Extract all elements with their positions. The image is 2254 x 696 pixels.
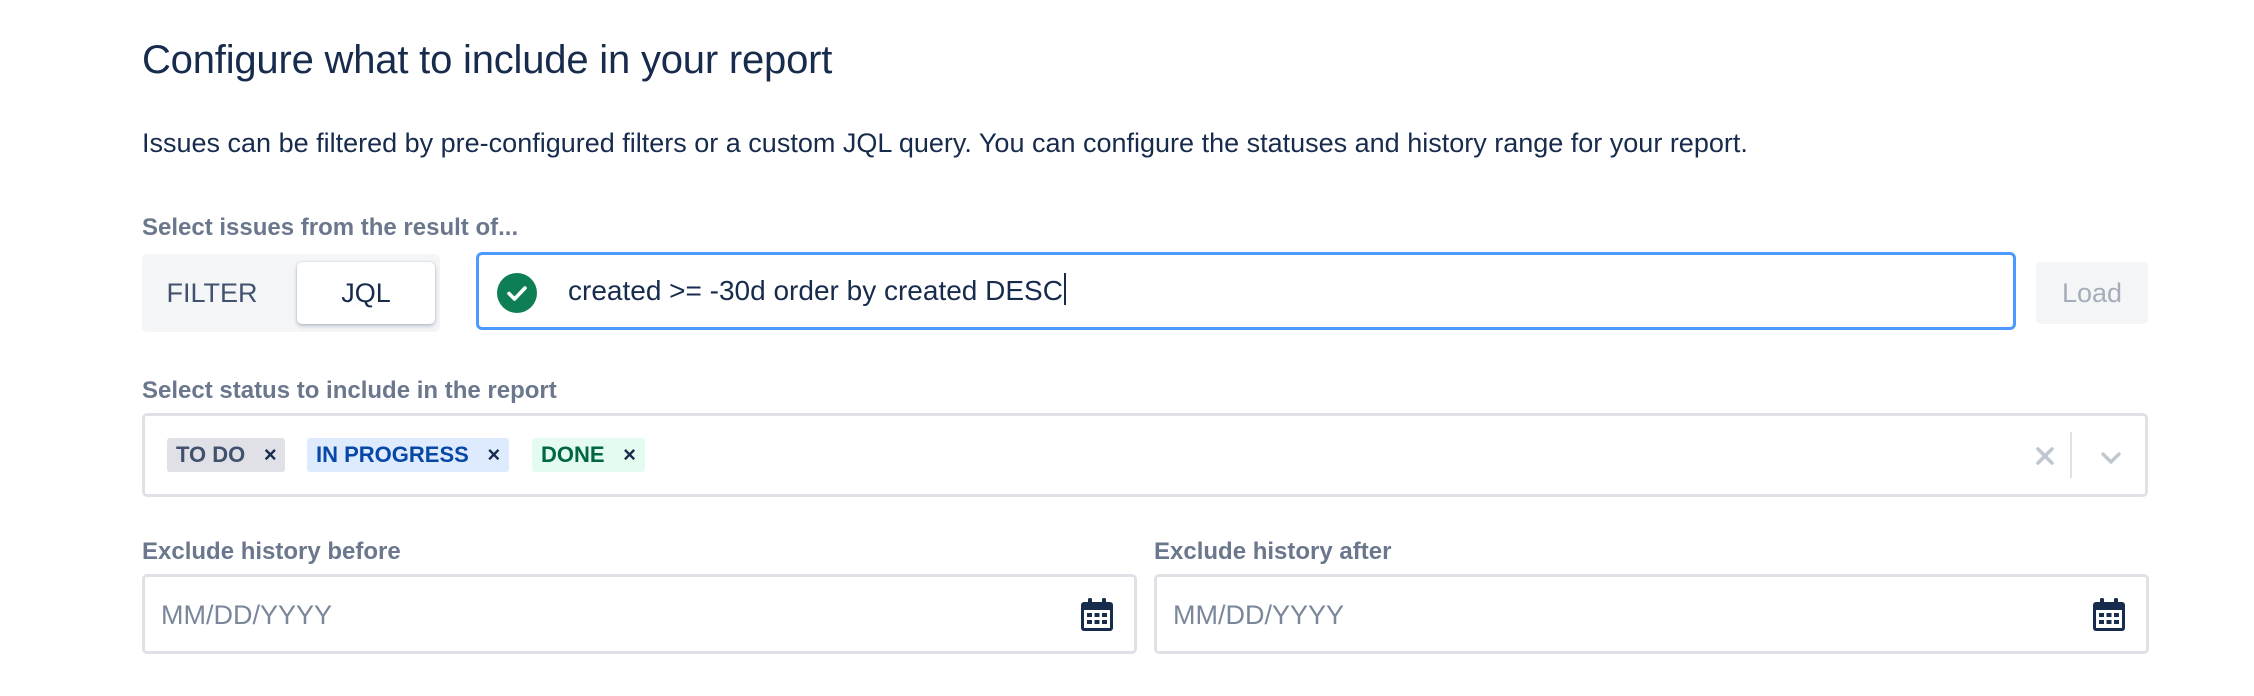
- filter-toggle-button[interactable]: FILTER: [152, 262, 272, 324]
- jql-toggle-button[interactable]: JQL: [297, 262, 435, 324]
- status-tag-label: TO DO: [176, 442, 246, 467]
- filter-jql-toggle: FILTER JQL: [142, 254, 440, 332]
- status-tag-in-progress: IN PROGRESS ×: [307, 438, 509, 472]
- history-after-field: [1154, 574, 2149, 654]
- remove-tag-icon[interactable]: ×: [479, 438, 509, 472]
- chevron-down-icon[interactable]: [2093, 440, 2129, 476]
- clear-all-icon[interactable]: [2027, 438, 2063, 474]
- remove-tag-icon[interactable]: ×: [255, 438, 285, 472]
- status-multiselect[interactable]: TO DO × IN PROGRESS × DONE ×: [142, 413, 2148, 497]
- history-after-input[interactable]: [1173, 593, 2053, 637]
- status-tag-label: DONE: [541, 442, 605, 467]
- jql-query-value: created >= -30d order by created DESC: [568, 275, 1063, 306]
- status-tag-todo: TO DO ×: [167, 438, 286, 472]
- history-before-input[interactable]: [161, 593, 1041, 637]
- page-description: Issues can be filtered by pre-configured…: [142, 128, 1748, 158]
- calendar-icon[interactable]: [1078, 596, 1116, 634]
- history-after-label: Exclude history after: [1154, 538, 1392, 565]
- remove-tag-icon[interactable]: ×: [615, 438, 645, 472]
- status-tag-label: IN PROGRESS: [316, 442, 469, 467]
- page-title: Configure what to include in your report: [142, 38, 833, 82]
- history-before-field: [142, 574, 1137, 654]
- status-tag-done: DONE ×: [532, 438, 645, 472]
- text-caret: [1063, 273, 1066, 305]
- calendar-icon[interactable]: [2090, 596, 2128, 634]
- source-label: Select issues from the result of...: [142, 214, 519, 241]
- status-label: Select status to include in the report: [142, 377, 557, 404]
- jql-query-text[interactable]: created >= -30d order by created DESC: [568, 273, 1066, 307]
- check-circle-icon: [497, 273, 537, 313]
- load-button[interactable]: Load: [2036, 262, 2148, 324]
- jql-query-input[interactable]: created >= -30d order by created DESC: [476, 252, 2016, 330]
- dropdown-separator: [2070, 432, 2072, 478]
- history-before-label: Exclude history before: [142, 538, 401, 565]
